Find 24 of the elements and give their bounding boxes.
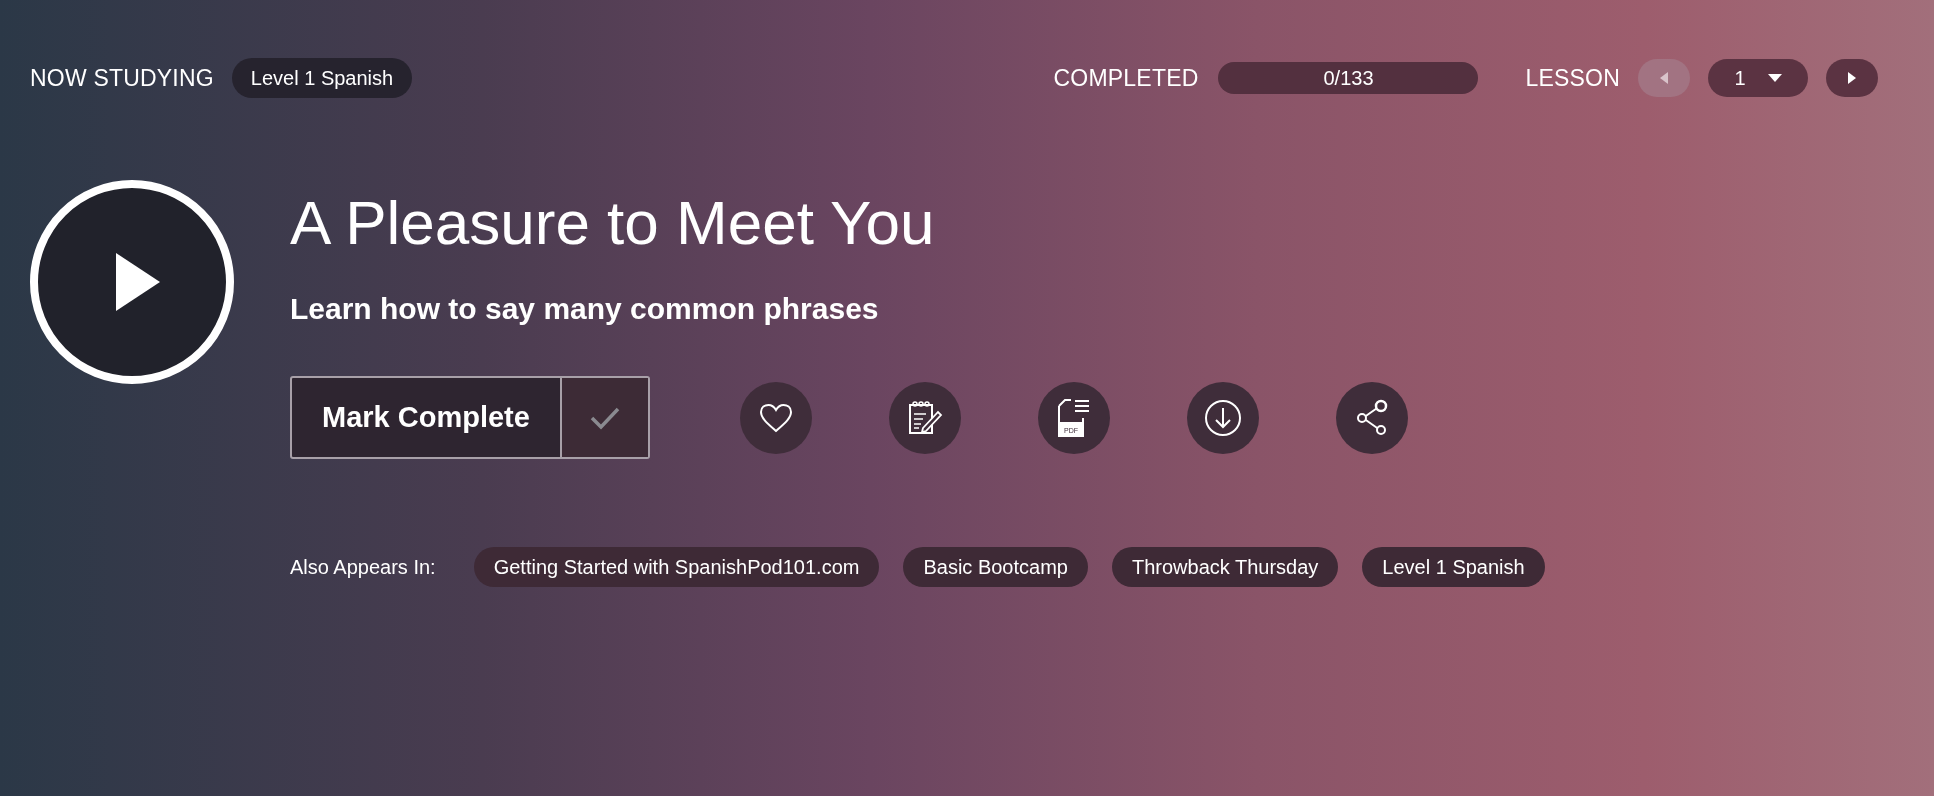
series-tag-link[interactable]: Level 1 Spanish xyxy=(1362,547,1545,587)
course-link[interactable]: Level 1 Spanish xyxy=(231,58,413,98)
left-triangle-icon xyxy=(1659,71,1669,85)
notepad-pencil-icon xyxy=(906,399,943,436)
checkmark-icon xyxy=(589,405,620,430)
lesson-label: LESSON xyxy=(1525,64,1620,92)
heart-icon xyxy=(758,402,793,433)
completed-label: COMPLETED xyxy=(1053,64,1199,92)
right-triangle-icon xyxy=(1847,71,1857,85)
share-icon xyxy=(1354,398,1389,437)
download-icon xyxy=(1203,398,1242,437)
progress-count: 0/133 xyxy=(1323,66,1374,90)
series-tag-link[interactable]: Getting Started with SpanishPod101.com xyxy=(473,547,880,587)
caret-icon xyxy=(1767,73,1782,83)
lesson-title: A Pleasure to Meet You xyxy=(290,188,936,258)
complete-checkbox[interactable] xyxy=(561,378,648,457)
lesson-subtitle: Learn how to say many common phrases xyxy=(290,292,880,326)
series-tag-link[interactable]: Basic Bootcamp xyxy=(903,547,1088,587)
series-tag-link[interactable]: Throwback Thursday xyxy=(1111,547,1339,587)
also-appears-label: Also Appears In: xyxy=(290,555,436,579)
play-icon xyxy=(114,251,162,313)
next-lesson-button[interactable] xyxy=(1826,59,1878,97)
lesson-number-dropdown[interactable]: 1 xyxy=(1708,59,1808,97)
now-studying-label: NOW STUDYING xyxy=(30,64,214,92)
